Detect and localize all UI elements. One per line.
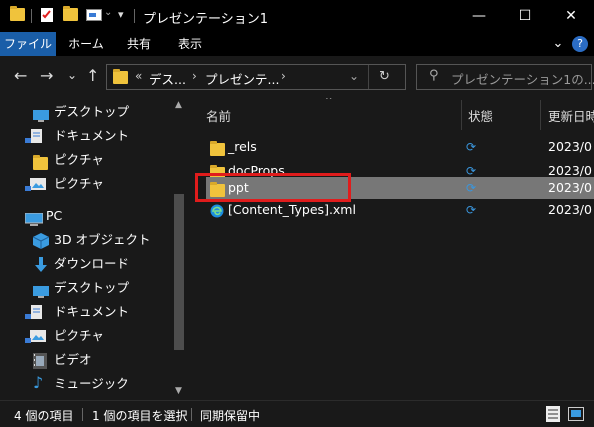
details-view-icon[interactable] — [546, 406, 560, 422]
file-row[interactable]: [Content_Types].xml ⟳ 2023/0 — [206, 199, 594, 221]
highlight-box — [195, 173, 351, 202]
recent-locations-icon[interactable]: ⌄ — [67, 68, 77, 82]
folder-icon — [33, 154, 49, 170]
address-bar[interactable]: « デス... › プレゼンテ... › ⌄ ↻ — [106, 64, 406, 90]
scroll-down-icon[interactable]: ▼ — [175, 386, 182, 396]
nav-item-desktop[interactable]: デスクトップ — [0, 276, 172, 300]
nav-item-pictures[interactable]: ピクチャ — [0, 172, 172, 196]
customize-toolbar-icon[interactable]: ▾ — [118, 8, 124, 21]
nav-item-documents[interactable]: ドキュメント — [0, 124, 172, 148]
download-icon — [33, 257, 49, 272]
3d-objects-icon — [32, 233, 50, 249]
up-icon[interactable]: ↑ — [86, 66, 99, 85]
desktop-icon — [33, 282, 49, 298]
status-bar: 4 個の項目 1 個の項目を選択 同期保留中 — [0, 400, 594, 427]
chevron-down-icon[interactable]: ⌄ — [349, 69, 359, 83]
edge-xml-file-icon — [210, 203, 224, 225]
ribbon-tabs: ファイル ホーム 共有 表示 ⌄ ? — [0, 32, 594, 56]
documents-icon — [25, 305, 42, 319]
scrollbar-thumb[interactable] — [174, 194, 184, 350]
back-icon[interactable]: ← — [14, 66, 27, 85]
overflow-icon[interactable]: « — [135, 69, 142, 83]
column-divider[interactable] — [461, 100, 462, 130]
divider — [82, 408, 83, 421]
nav-item-desktop[interactable]: デスクトップ — [0, 100, 172, 124]
nav-item-documents[interactable]: ドキュメント — [0, 300, 172, 324]
column-header-name[interactable]: 名前 — [206, 106, 231, 125]
close-button[interactable]: ✕ — [548, 0, 594, 32]
sync-pending-icon: ⟳ — [466, 181, 477, 195]
desktop-icon — [33, 106, 49, 122]
pc-icon — [24, 210, 44, 226]
nav-item-pictures-folder[interactable]: ピクチャ — [0, 148, 172, 172]
nav-item-3d-objects[interactable]: 3D オブジェクト — [0, 228, 172, 252]
nav-scrollbar[interactable]: ▲ ▼ — [172, 98, 186, 400]
documents-icon — [25, 129, 42, 143]
nav-item-downloads[interactable]: ダウンロード — [0, 252, 172, 276]
file-row[interactable]: _rels ⟳ 2023/0 — [206, 136, 594, 158]
rename-icon[interactable] — [86, 9, 102, 24]
refresh-icon[interactable]: ↻ — [379, 69, 390, 84]
help-icon[interactable]: ? — [572, 36, 588, 52]
breadcrumb-desktop[interactable]: デス... — [149, 69, 186, 88]
large-icons-view-icon[interactable] — [568, 407, 584, 424]
maximize-button[interactable]: ☐ — [502, 0, 548, 32]
item-count: 4 個の項目 — [14, 409, 74, 423]
navigation-pane: デスクトップ ドキュメント ピクチャ ピクチャ PC 3D オブジェクト ダウン… — [0, 98, 172, 400]
music-icon: ♪ — [33, 373, 44, 392]
column-divider[interactable] — [540, 100, 541, 130]
search-icon: ⚲ — [429, 68, 439, 83]
tab-share[interactable]: 共有 — [116, 32, 162, 56]
pictures-icon — [25, 329, 46, 343]
tab-view[interactable]: 表示 — [166, 32, 214, 56]
folder-icon — [10, 6, 25, 24]
divider — [368, 65, 369, 89]
sync-pending-icon: ⟳ — [466, 203, 477, 217]
pictures-icon — [25, 177, 46, 191]
chevron-down-icon[interactable]: ⌄ — [550, 32, 566, 56]
new-folder-icon[interactable] — [63, 6, 78, 24]
nav-item-videos[interactable]: ビデオ — [0, 348, 172, 372]
video-icon — [33, 353, 49, 369]
nav-item-pc[interactable]: PC — [0, 204, 172, 228]
breadcrumb-separator[interactable]: › — [192, 69, 197, 83]
nav-item-pictures[interactable]: ピクチャ — [0, 324, 172, 348]
divider — [191, 408, 192, 421]
nav-item-music[interactable]: ♪ ミュージック — [0, 372, 172, 396]
sort-indicator-icon: ^ — [325, 98, 333, 106]
tab-home[interactable]: ホーム — [60, 32, 112, 56]
window-title: プレゼンテーション1 — [143, 12, 269, 27]
minimize-button[interactable]: — — [456, 0, 502, 32]
file-list: ^ 名前 状態 更新日時 _rels ⟳ 2023/0 docProps ⟳ 2… — [186, 98, 594, 400]
tab-file[interactable]: ファイル — [0, 32, 56, 56]
chevron-down-icon[interactable]: ⌄ — [104, 7, 112, 18]
sync-pending-icon: ⟳ — [466, 140, 477, 154]
column-header-modified[interactable]: 更新日時 — [548, 106, 594, 125]
divider — [134, 9, 135, 23]
breadcrumb-presentation[interactable]: プレゼンテ... — [205, 69, 279, 88]
folder-icon — [113, 69, 128, 87]
forward-icon[interactable]: → — [40, 66, 53, 85]
selected-count: 1 個の項目を選択 — [92, 409, 188, 423]
title-bar: ⌄ ▾ プレゼンテーション1 — ☐ ✕ — [0, 0, 594, 32]
search-input[interactable]: ⚲ プレゼンテーション1の... — [416, 64, 594, 90]
search-placeholder: プレゼンテーション1の... — [451, 72, 594, 87]
sync-status: 同期保留中 — [200, 409, 261, 423]
divider — [31, 9, 32, 23]
scroll-up-icon[interactable]: ▲ — [175, 100, 182, 110]
properties-icon[interactable] — [40, 7, 54, 26]
breadcrumb-separator[interactable]: › — [281, 69, 286, 83]
column-header-status[interactable]: 状態 — [468, 106, 493, 125]
